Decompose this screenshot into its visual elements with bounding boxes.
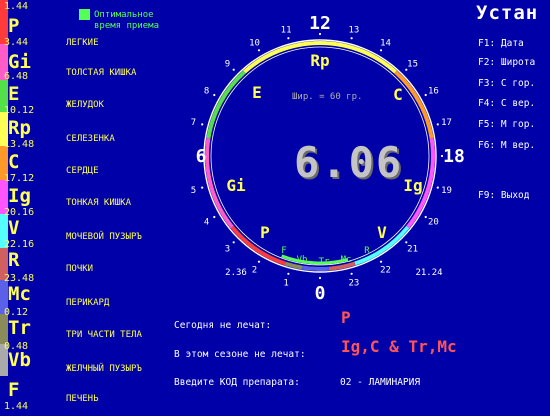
dial-main-hour: 0 [315,283,326,304]
dosing-clock-screen: Оптимальное время приема 1.44 P ЛЕГКИЕ 3.44… [0,0,550,416]
drug-code-input[interactable]: 02 - ЛАМИНАРИЯ [340,377,420,388]
dial-hour-number: 17 [441,118,452,128]
dial-sunrise-time: 2.36 [225,268,247,278]
dial-organ-label: V [377,223,387,242]
hour-tick [350,272,353,275]
organ-arc [230,225,286,266]
latitude-label: Шир. = 60 гр. [292,92,363,102]
hour-tick [201,123,204,126]
hour-tick [201,186,204,189]
dial-sunset-time: 21.24 [415,268,442,278]
dial-main-hour: 18 [443,146,465,167]
dial-hour-number: 20 [428,218,439,228]
hour-tick [318,276,322,280]
organ-arc [301,265,330,272]
hour-tick [424,93,427,97]
dial-organ-label: Rp [310,51,329,70]
season-not-treated-value: Ig,C & Tr,Mc [341,337,457,356]
dial-organ-label: Gi [226,176,246,195]
dial-hour-number: 16 [428,87,439,97]
dial-hour-number: 22 [380,265,391,275]
hour-tick [379,260,383,263]
hour-tick [350,37,353,40]
hour-tick [287,37,290,40]
dial-inner-organ-label: Vb [297,255,308,265]
dial-hour-number: 19 [441,186,452,196]
hour-tick [379,49,383,52]
dial-hour-number: 13 [348,26,359,36]
dial-hour-number: 15 [407,59,418,69]
today-not-treated-value: P [341,308,351,327]
dial-organ-label: C [393,85,403,104]
dial-hour-number: 11 [281,26,292,36]
hour-tick [213,93,216,97]
dial-hour-number: 8 [204,87,209,97]
dial-organ-label: P [260,223,270,242]
drug-code-label: Введите КОД препарата: [174,377,300,388]
hour-tick [287,272,290,275]
dial-hour-number: 9 [225,59,230,69]
dial-hour-number: 1 [283,279,288,289]
dial-inner-organ-label: Tr [319,257,330,267]
dial-hour-number: 3 [225,245,230,255]
dial-hour-number: 4 [204,218,209,228]
dial-hour-number: 14 [380,39,391,49]
organ-arc [394,70,434,139]
current-time-value: 6.06 [294,138,404,187]
organ-arc [206,70,246,139]
dial-hour-number: 10 [249,39,260,49]
dial-inner-organ-label: F [281,246,286,256]
hour-tick [424,215,427,219]
dial-inner-organ-label: R [364,246,370,256]
dial-organ-label: Ig [403,176,422,195]
optimal-time-arc [281,254,349,265]
dial-hour-number: 23 [348,279,359,289]
hour-tick [257,260,261,263]
dial-hour-number: 21 [407,245,418,255]
dial-organ-label: E [252,83,262,102]
dial-hour-number: 2 [252,265,257,275]
hour-tick [257,49,261,52]
hour-tick [436,186,439,189]
dial-inner-organ-label: Mc [341,255,352,265]
hour-tick [405,241,408,244]
hour-tick [436,123,439,126]
dial-main-hour: 12 [309,13,331,34]
hour-tick [232,68,235,71]
hour-tick [213,215,216,219]
hour-tick [232,241,235,244]
dial-hour-number: 7 [191,118,196,128]
today-not-treated-label: Сегодня не лечат: [174,320,272,331]
dial-hour-number: 5 [191,186,196,196]
season-not-treated-label: В этом сезоне не лечат: [174,349,306,360]
dial-main-hour: 6 [196,146,207,167]
